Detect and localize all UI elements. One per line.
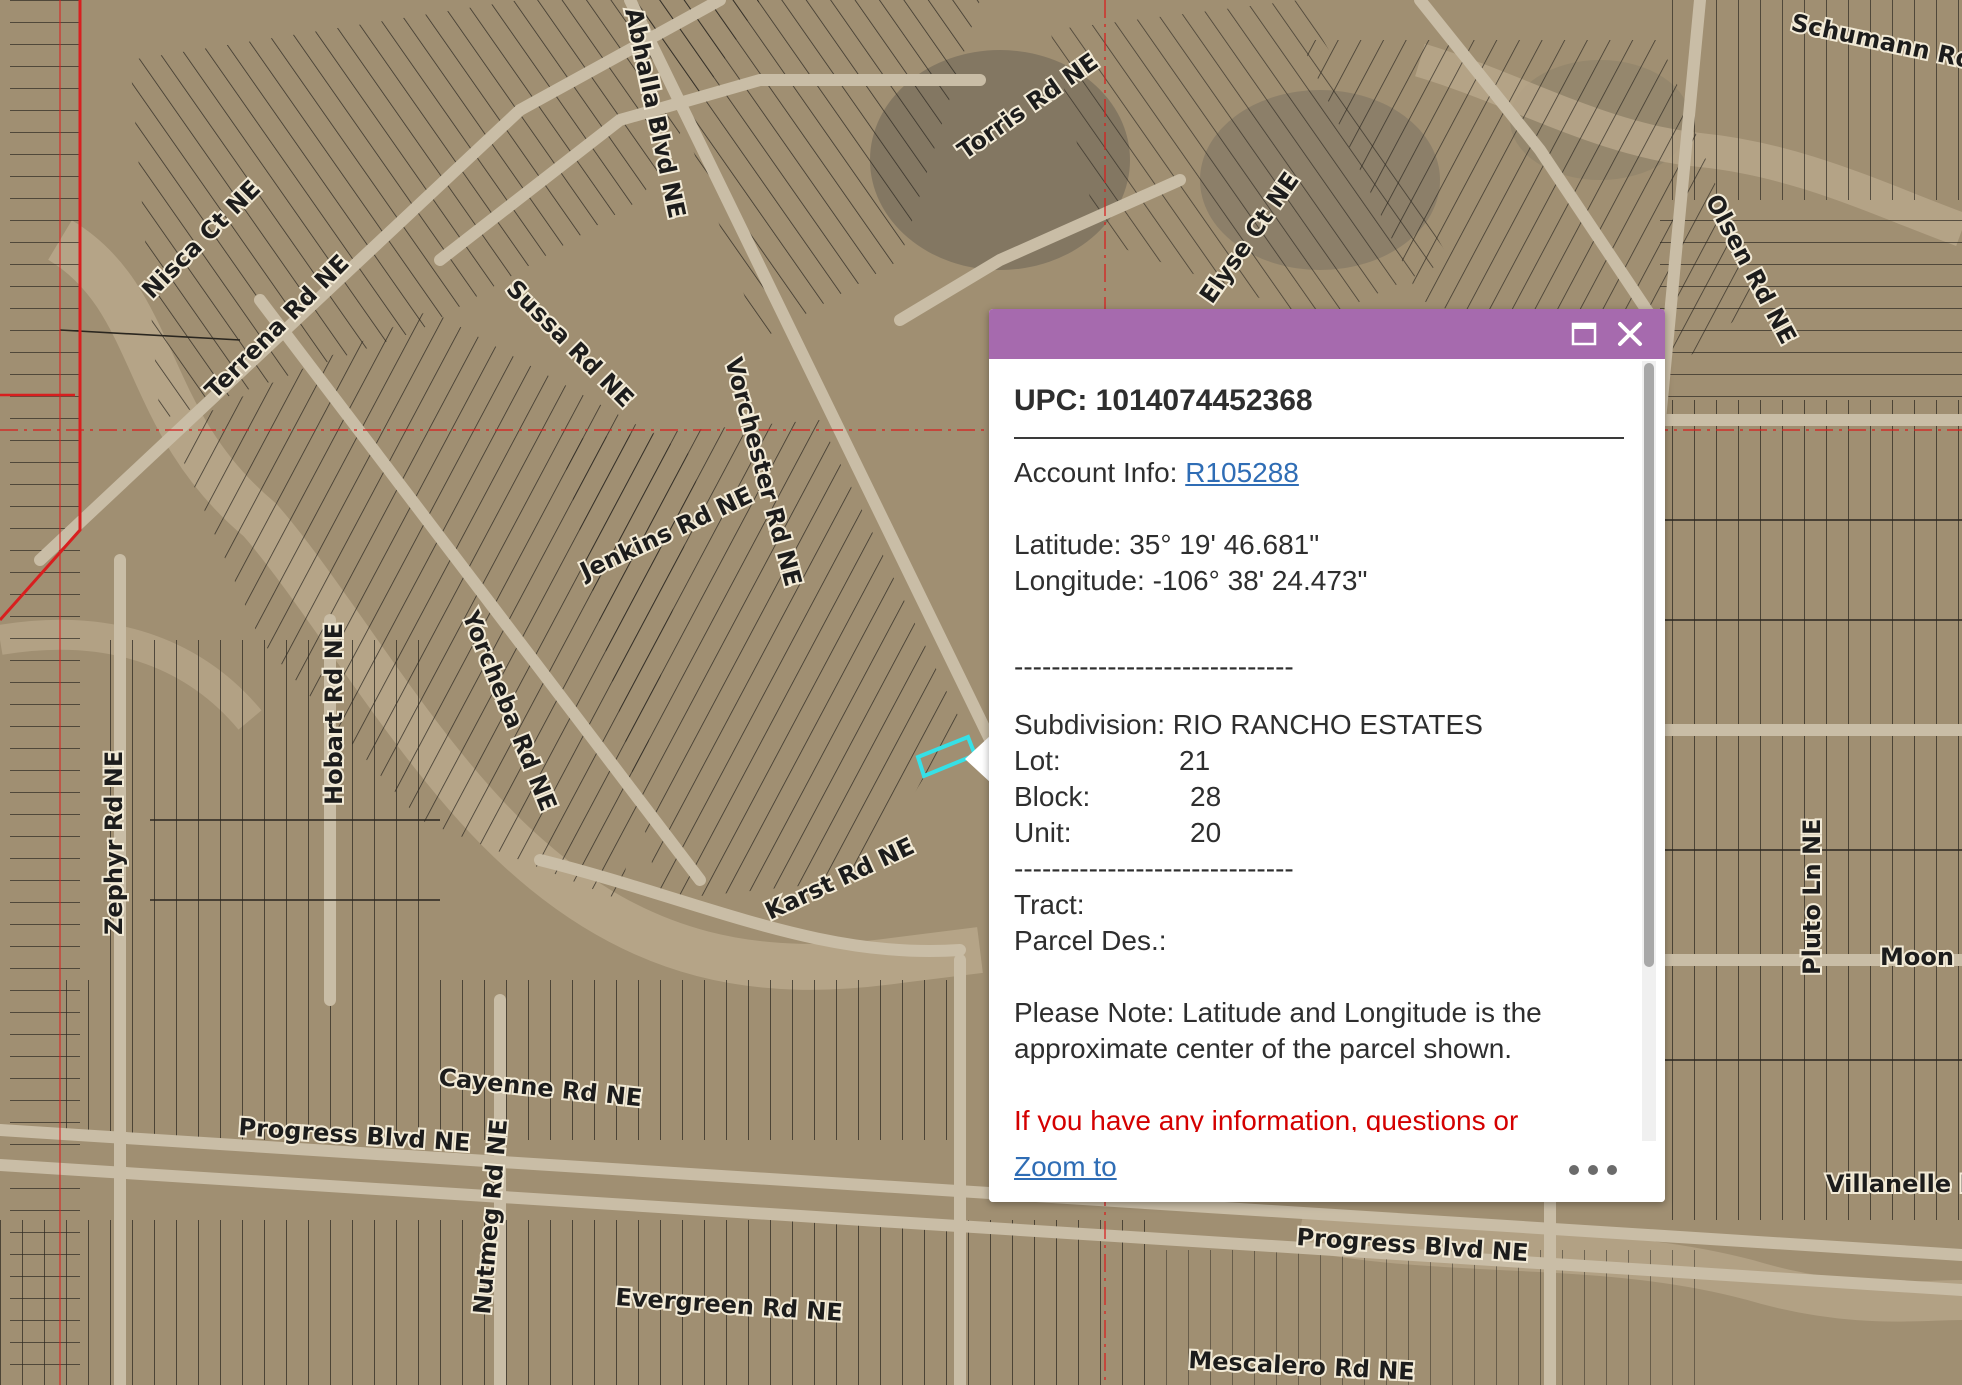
road-label: Villanelle Rd (1826, 1170, 1962, 1198)
parcel-des-label: Parcel Des.: (1014, 925, 1167, 956)
close-icon (1618, 322, 1642, 346)
road-label: Moon Rd (1880, 943, 1962, 971)
unit-value: 20 (1190, 817, 1222, 848)
lot-value: 21 (1179, 745, 1211, 776)
contact-note: If you have any information, questions o… (1014, 1105, 1519, 1132)
block-label: Block: (1014, 781, 1091, 812)
account-label: Account Info: (1014, 457, 1186, 488)
divider: ------------------------------ (1014, 651, 1294, 682)
parcel-info-popup: UPC: 1014074452368 Account Info: R105288… (989, 309, 1665, 1202)
unit-row: Unit: 20 (1014, 815, 1639, 851)
lot-row: Lot: 21 (1014, 743, 1639, 779)
latitude: Latitude: 35° 19' 46.681" (1014, 529, 1320, 560)
zoom-to-link[interactable]: Zoom to (1014, 1151, 1117, 1183)
maximize-icon (1571, 322, 1597, 346)
popup-content[interactable]: UPC: 1014074452368 Account Info: R105288… (1014, 359, 1639, 1132)
more-options-icon (1588, 1165, 1598, 1175)
block-row: Block: 28 (1014, 779, 1639, 815)
popup-pointer (965, 735, 991, 783)
account-link[interactable]: R105288 (1185, 457, 1299, 488)
more-options-icon (1569, 1165, 1579, 1175)
longitude: Longitude: -106° 38' 24.473" (1014, 565, 1368, 596)
close-button[interactable] (1613, 317, 1647, 351)
tract-label: Tract: (1014, 889, 1085, 920)
unit-label: Unit: (1014, 817, 1072, 848)
coordinate-note: Please Note: Latitude and Longitude is t… (1014, 997, 1542, 1064)
road-label: Zephyr Rd NE (100, 751, 128, 935)
divider: ------------------------------ (1014, 853, 1294, 884)
upc-title: UPC: 1014074452368 (1014, 381, 1624, 439)
popup-footer: Zoom to (989, 1141, 1665, 1202)
subdivision: Subdivision: RIO RANCHO ESTATES (1014, 709, 1483, 740)
more-options-button[interactable] (1569, 1157, 1617, 1183)
road-label: Pluto Ln NE (1798, 819, 1826, 975)
popup-header (989, 309, 1665, 359)
lot-label: Lot: (1014, 745, 1061, 776)
satellite-parcel-map[interactable]: Nisca Ct NE Terrena Rd NE Sussa Rd NE Ab… (0, 0, 1962, 1385)
maximize-button[interactable] (1567, 317, 1601, 351)
block-value: 28 (1190, 781, 1222, 812)
scrollbar-thumb[interactable] (1644, 363, 1654, 967)
account-info: Account Info: R105288 (1014, 455, 1639, 491)
road-label: Hobart Rd NE (320, 623, 348, 805)
more-options-icon (1607, 1165, 1617, 1175)
